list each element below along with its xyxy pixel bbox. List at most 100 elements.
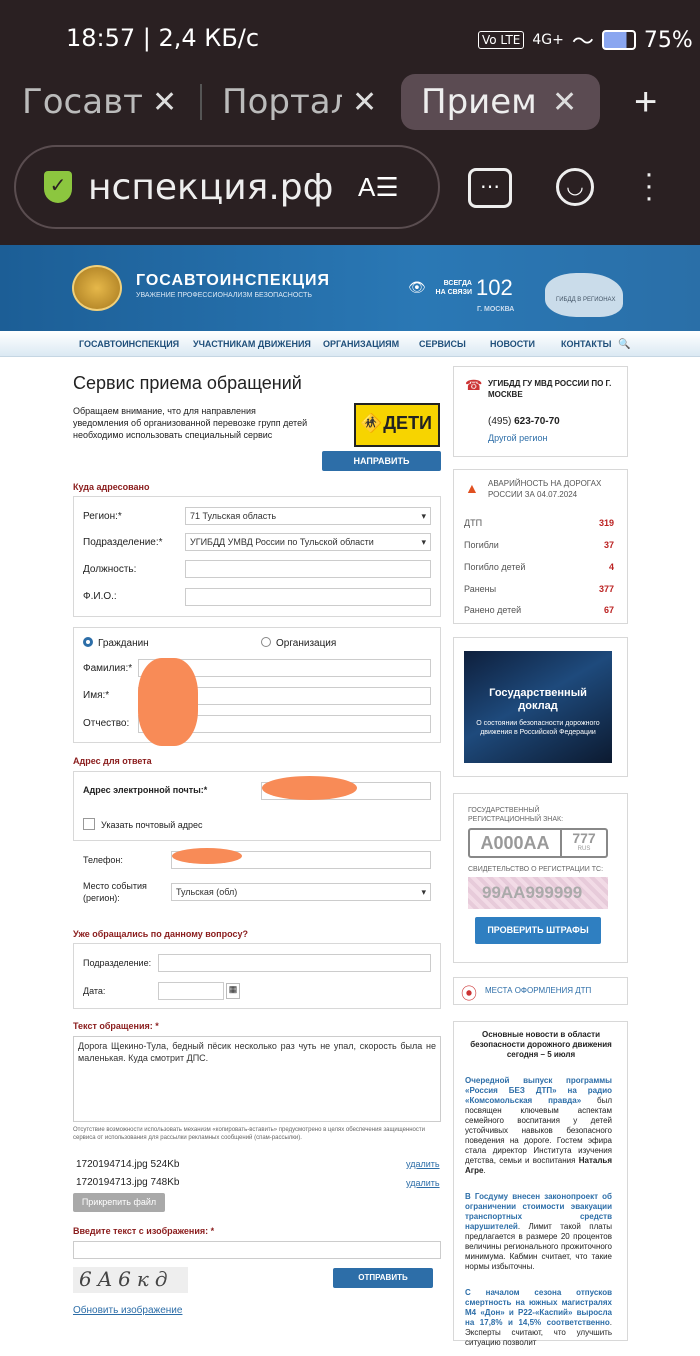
url-text[interactable]: нспекция.рф [88,167,338,208]
refresh-captcha-link[interactable]: Обновить изображение [73,1305,182,1316]
position-input[interactable] [185,560,431,578]
news-item: Очередной выпуск программы «Россия БЕЗ Д… [465,1076,612,1176]
cert-input[interactable]: 99АА999999 [468,877,608,909]
prev-date-input[interactable] [158,982,224,1000]
nav-participants[interactable]: УЧАСТНИКАМ ДВИЖЕНИЯ [193,339,311,349]
emblem-logo[interactable] [72,265,122,311]
appeal-textarea[interactable]: Дорога Щекино-Тула, бедный пёсик несколь… [73,1036,441,1122]
shield-icon[interactable]: ✓ [44,171,72,203]
fio-input[interactable] [185,588,431,606]
section-text: Текст обращения: * [73,1021,159,1031]
news-link[interactable]: С началом сезона отпусков смертность на … [465,1288,612,1327]
other-region-link[interactable]: Другой регион [488,433,547,443]
regions-label[interactable]: ГИБДД В РЕГИОНАХ [556,297,616,303]
delete-file-link[interactable]: удалить [406,1178,440,1188]
surname-label: Фамилия:* [83,663,133,674]
section-reply: Адрес для ответа [73,756,152,766]
news-item: С началом сезона отпусков смертность на … [465,1288,612,1348]
stat-row: Погибло детей 4 [464,562,614,572]
close-icon[interactable]: ✕ [552,85,577,120]
chevron-down-icon: ▾ [421,537,426,547]
news-list: Очередной выпуск программы «Россия БЕЗ Д… [465,1076,612,1356]
notify-button[interactable]: НАПРАВИТЬ УВЕДОМЛЕНИЕ [322,451,441,486]
main-nav: ГОСАВТОИНСПЕКЦИЯ УЧАСТНИКАМ ДВИЖЕНИЯ ОРГ… [0,331,700,357]
site-tagline: УВАЖЕНИЕ ПРОФЕССИОНАЛИЗМ БЕЗОПАСНОСТЬ [136,292,312,299]
file-name: 1720194714.jpg 524Kb [76,1159,180,1170]
section-previous: Уже обращались по данному вопросу? [73,929,248,939]
stat-label: Ранено детей [464,605,522,615]
nav-organizations[interactable]: ОРГАНИЗАЦИЯМ [323,339,399,349]
captcha-label: Введите текст с изображения: * [73,1226,215,1236]
nav-gosavto[interactable]: ГОСАВТОИНСПЕКЦИЯ [79,339,179,349]
deti-label: ДЕТИ [383,413,432,433]
email-label: Адрес электронной почты:* [83,785,208,795]
close-icon[interactable]: ✕ [352,85,377,120]
calendar-icon[interactable]: ▦ [226,983,240,999]
dept-value: УГИБДД УМВД России по Тульской области [190,537,374,547]
news-end: . [483,1166,486,1175]
copy-notice: Отсутствие возможности использовать меха… [73,1127,425,1141]
organization-label: Организация [276,638,337,649]
tab-portal[interactable]: Портал ✕ [222,74,382,130]
attach-file-button[interactable]: Прикрепить файл [73,1193,165,1212]
nav-services[interactable]: СЕРВИСЫ [419,339,466,349]
tab-switcher-icon[interactable]: ⋯ [468,168,512,208]
captcha-image: 6A6кд [73,1267,188,1293]
prev-dept-input[interactable] [158,954,431,972]
page-title: Сервис приема обращений [73,373,302,393]
russia-map-icon[interactable] [545,273,623,317]
search-icon[interactable]: 🔍 [618,339,630,350]
stat-row: Ранены 377 [464,584,614,594]
reader-mode-icon[interactable]: A☰ [358,172,399,203]
region-label: Регион:* [83,511,122,522]
tab-label: Госавтоинспекция [22,82,142,122]
tab-label: Прием [421,82,536,122]
nav-contacts[interactable]: КОНТАКТЫ [561,339,611,349]
plate-input[interactable]: А000АА 777 RUS [468,828,608,858]
hotline-phone[interactable]: 102 [476,275,513,301]
profile-icon[interactable]: ◡ [556,168,594,206]
citizen-radio[interactable] [83,637,93,647]
stat-value: 319 [598,518,614,528]
report-banner[interactable]: Государственный доклад О состоянии безоп… [464,651,612,763]
plate-region: 777 [572,830,596,846]
stat-label: Погибло детей [464,562,526,572]
place-value: Тульская (обл) [176,887,238,897]
postal-checkbox[interactable] [83,818,95,830]
prev-date-label: Дата: [83,986,106,996]
new-tab-icon[interactable]: + [634,80,657,125]
redaction-blot [172,848,242,864]
chevron-down-icon: ▾ [421,887,426,897]
site-title[interactable]: ГОСАВТОИНСПЕКЦИЯ [136,272,330,290]
close-icon[interactable]: ✕ [152,85,177,120]
stat-row: Ранено детей 67 [464,605,614,615]
report-title: Государственный доклад [489,687,587,712]
tab-priem[interactable]: Прием ✕ [401,74,600,130]
site-header: ГОСАВТОИНСПЕКЦИЯ УВАЖЕНИЕ ПРОФЕССИОНАЛИЗ… [0,245,700,331]
captcha-input[interactable] [73,1241,441,1259]
nav-news[interactable]: НОВОСТИ [490,339,535,349]
send-button[interactable]: ОТПРАВИТЬ ОБРАЩЕНИЕ [333,1268,433,1302]
browser-chrome: 18:57 | 2,4 КБ/с Vo LTE 4G+ 〜 75% Госавт… [0,0,700,245]
stat-label: ДТП [464,518,483,528]
battery-icon [601,30,636,50]
network-type: 4G+ [532,32,564,48]
status-icons: Vo LTE 4G+ 〜 75% [478,24,693,56]
contact-phone[interactable]: (495) 623-70-70 [488,416,560,427]
redaction-blot [262,776,357,800]
deti-banner[interactable]: 🚸 ДЕТИ [354,403,440,447]
region-select[interactable]: 71 Тульская область ▾ [185,507,431,525]
delete-file-link[interactable]: удалить [406,1159,440,1169]
place-select[interactable]: Тульская (обл) ▾ [171,883,431,901]
check-fines-button[interactable]: ПРОВЕРИТЬ ШТРАФЫ [475,917,601,944]
address-bar[interactable]: ✓ нспекция.рф A☰ [14,145,440,229]
plate-number: А000АА [470,830,562,856]
news-item: В Госдуму внесен законопроект об огранич… [465,1192,612,1272]
dept-select[interactable]: УГИБДД УМВД России по Тульской области ▾ [185,533,431,551]
stat-row: ДТП 319 [464,518,614,528]
tab-gosavto[interactable]: Госавтоинспекция ✕ [22,74,197,130]
accidents-title: АВАРИЙНОСТЬ НА ДОРОГАХ РОССИИ ЗА 04.07.2… [488,479,602,499]
dtp-places-link[interactable]: МЕСТА ОФОРМЛЕНИЯ ДТП [485,986,591,995]
organization-radio[interactable] [261,637,271,647]
menu-icon[interactable]: · · · [644,159,654,213]
